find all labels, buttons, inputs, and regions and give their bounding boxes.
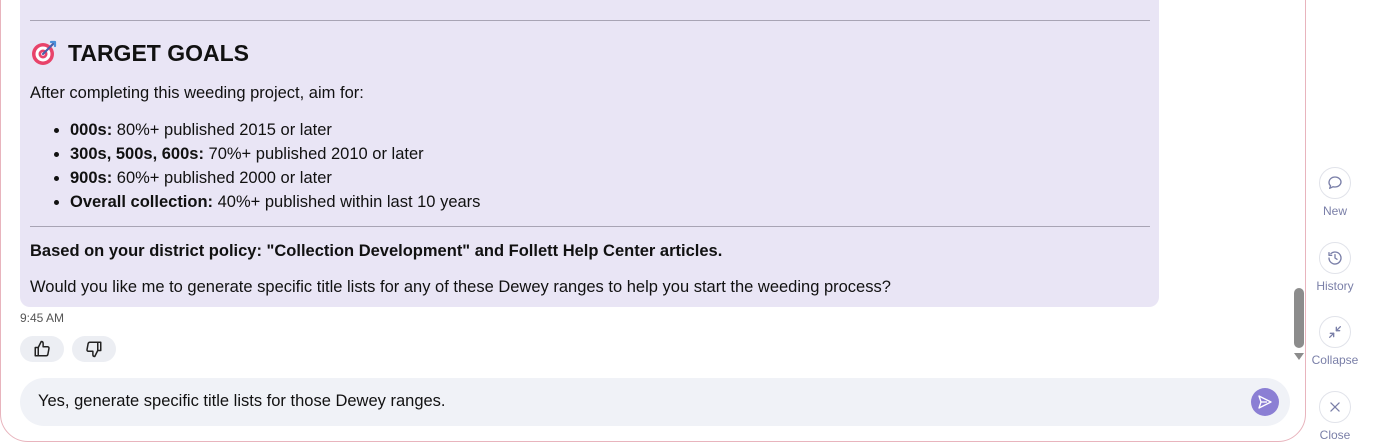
- message-input[interactable]: [38, 392, 1238, 411]
- goal-label: 900s:: [70, 169, 113, 187]
- history-icon: [1328, 251, 1342, 265]
- divider-top: [30, 20, 1150, 21]
- scrollbar-thumb[interactable]: [1294, 288, 1304, 348]
- new-chat-circle: [1319, 167, 1351, 199]
- collapse-circle: [1319, 316, 1351, 348]
- history-circle: [1319, 242, 1351, 274]
- close-icon: [1330, 402, 1340, 412]
- source-citation: Based on your district policy: "Collecti…: [30, 242, 723, 260]
- new-chat-button[interactable]: New: [1311, 167, 1359, 218]
- close-label: Close: [1319, 428, 1351, 442]
- new-label: New: [1322, 204, 1347, 218]
- goals-intro-text: After completing this weeding project, a…: [30, 84, 364, 102]
- message-timestamp: 9:45 AM: [20, 311, 65, 325]
- list-item: 000s: 80%+ published 2015 or later: [70, 118, 480, 142]
- send-icon: [1258, 395, 1272, 409]
- target-icon: [32, 40, 57, 65]
- history-button[interactable]: History: [1311, 242, 1359, 293]
- goal-label: 300s, 500s, 600s:: [70, 145, 204, 163]
- goals-list: 000s: 80%+ published 2015 or later 300s,…: [30, 118, 480, 214]
- scroll-down-arrow[interactable]: [1294, 353, 1304, 360]
- message-composer: [20, 378, 1290, 426]
- follow-up-question: Would you like me to generate specific t…: [30, 278, 891, 296]
- goal-text: 80%+ published 2015 or later: [112, 121, 332, 139]
- chat-bubble-icon: [1328, 176, 1342, 189]
- goal-text: 70%+ published 2010 or later: [203, 145, 424, 163]
- goal-text: 60%+ published 2000 or later: [112, 169, 332, 187]
- close-button[interactable]: Close: [1311, 391, 1359, 442]
- goal-label: Overall collection:: [70, 193, 214, 211]
- thumbs-down-button[interactable]: [72, 336, 116, 362]
- thumbs-up-icon: [34, 340, 50, 357]
- goal-text: 40%+ published within last 10 years: [213, 193, 481, 211]
- list-item: 300s, 500s, 600s: 70%+ published 2010 or…: [70, 142, 480, 166]
- collapse-label: Collapse: [1311, 353, 1359, 367]
- goal-label: 000s:: [70, 121, 113, 139]
- thumbs-down-icon: [86, 341, 102, 358]
- list-item: 900s: 60%+ published 2000 or later: [70, 166, 480, 190]
- history-label: History: [1316, 279, 1354, 293]
- collapse-button[interactable]: Collapse: [1311, 316, 1359, 367]
- collapse-icon: [1329, 326, 1341, 338]
- heading-text: TARGET GOALS: [68, 39, 250, 66]
- target-goals-heading: TARGET GOALS: [30, 38, 249, 68]
- thumbs-up-button[interactable]: [20, 336, 64, 362]
- close-circle: [1319, 391, 1351, 423]
- list-item: Overall collection: 40%+ published withi…: [70, 190, 480, 214]
- send-button[interactable]: [1251, 388, 1279, 416]
- divider-bottom: [30, 226, 1150, 227]
